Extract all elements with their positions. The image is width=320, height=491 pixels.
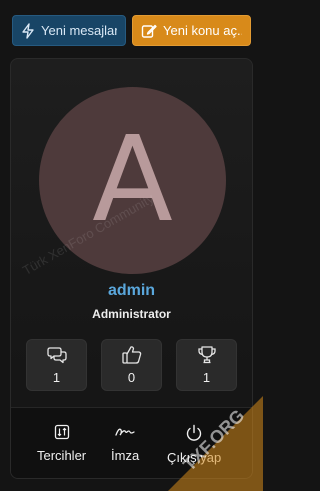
logout-label: Çıkış yap <box>167 450 222 465</box>
bolt-icon <box>22 22 34 39</box>
avatar[interactable]: A <box>39 87 226 274</box>
username-link[interactable]: admin <box>11 282 252 300</box>
edit-icon <box>141 24 157 38</box>
user-title: Administrator <box>92 307 171 321</box>
preferences-link[interactable]: Tercihler <box>37 424 86 463</box>
user-card: A admin Administrator 1 0 1 Tercihler İm… <box>10 58 253 479</box>
stat-reactions-value: 0 <box>127 370 136 385</box>
new-messages-button[interactable]: Yeni mesajlar <box>12 15 126 46</box>
new-messages-label: Yeni mesajlar <box>41 23 117 38</box>
stat-trophies[interactable]: 1 <box>176 339 237 391</box>
account-footer: Tercihler İmza Çıkış yap <box>11 407 252 478</box>
avatar-letter: A <box>92 109 173 248</box>
power-icon <box>186 424 202 441</box>
signature-icon <box>115 428 135 436</box>
preferences-label: Tercihler <box>37 448 87 463</box>
new-thread-button[interactable]: Yeni konu aç... <box>132 15 251 46</box>
new-thread-label: Yeni konu aç... <box>163 23 242 38</box>
page: Yeni mesajlar Yeni konu aç... A admin Ad… <box>0 0 263 491</box>
logout-link[interactable]: Çıkış yap <box>167 424 221 465</box>
thumbs-up-icon <box>121 346 141 364</box>
preferences-icon <box>54 424 69 440</box>
stat-messages-value: 1 <box>52 369 61 385</box>
stat-messages[interactable]: 1 <box>26 339 87 391</box>
messages-icon <box>46 346 67 363</box>
stat-trophies-value: 1 <box>202 370 211 385</box>
signature-link[interactable]: İmza <box>111 424 139 463</box>
signature-label: İmza <box>111 448 140 463</box>
trophy-icon <box>197 346 216 364</box>
stat-reactions[interactable]: 0 <box>101 339 162 391</box>
